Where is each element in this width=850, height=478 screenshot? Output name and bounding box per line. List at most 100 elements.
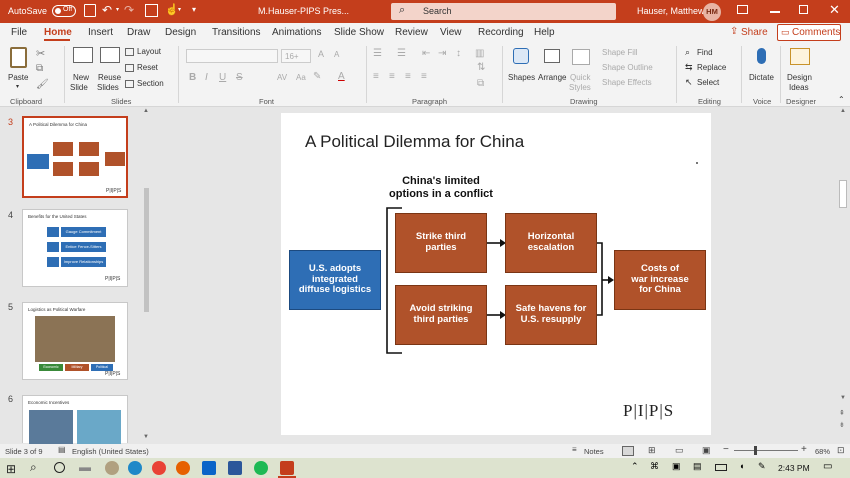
char-spacing-icon[interactable]: AV — [277, 73, 287, 82]
bold-icon[interactable]: B — [189, 72, 196, 83]
change-case-icon[interactable]: Aa — [296, 73, 306, 82]
costs-of-war-box[interactable]: Costs of war increase for China — [614, 250, 706, 310]
scroll-up-icon[interactable]: ▲ — [840, 108, 846, 114]
new-slide-button[interactable]: New Slide — [70, 46, 96, 94]
columns-icon[interactable]: ▥ — [475, 48, 484, 59]
share-button[interactable]: ⇪ Share — [728, 25, 770, 41]
paste-button[interactable]: Paste ▾ — [7, 46, 31, 92]
reading-view-icon[interactable]: ▭ — [675, 445, 684, 456]
find-button[interactable]: Find — [697, 48, 713, 57]
format-painter-icon[interactable]: 🖌 — [36, 79, 49, 90]
user-name[interactable]: Hauser, Matthew — [637, 6, 705, 16]
slide-thumbnail-3[interactable]: A Political Dilemma for China P|I|P|S — [22, 116, 128, 198]
align-right-icon[interactable]: ≡ — [405, 71, 411, 82]
quick-styles-button[interactable]: Quick Styles — [569, 46, 595, 94]
slide-counter[interactable]: Slide 3 of 9 — [5, 447, 43, 456]
tray-app-icon[interactable]: ▣ — [672, 461, 681, 472]
present-icon[interactable] — [145, 4, 158, 17]
scrollbar-thumb[interactable] — [839, 180, 847, 208]
italic-icon[interactable]: I — [205, 72, 208, 83]
zoom-out-icon[interactable]: − — [723, 444, 729, 455]
slide-thumbnail-4[interactable]: Benefits for the United States Gauge Com… — [22, 209, 128, 287]
strikethrough-icon[interactable]: S — [236, 72, 243, 83]
tab-animations[interactable]: Animations — [272, 27, 321, 38]
save-icon[interactable] — [84, 4, 96, 17]
spelling-icon[interactable]: ▤ — [58, 445, 66, 454]
volume-icon[interactable]: ◖ — [739, 461, 744, 471]
tab-home[interactable]: Home — [44, 27, 72, 38]
tray-app-icon[interactable]: ▤ — [693, 461, 702, 472]
zoom-slider-handle[interactable] — [754, 446, 757, 455]
tab-help[interactable]: Help — [534, 27, 555, 38]
notifications-icon[interactable]: ▭ — [823, 461, 832, 472]
layout-button[interactable]: Layout — [125, 47, 171, 59]
fit-to-window-icon[interactable]: ⊡ — [837, 445, 845, 456]
pen-icon[interactable]: ✎ — [758, 461, 766, 472]
align-left-icon[interactable]: ≡ — [373, 71, 379, 82]
section-button[interactable]: Section — [125, 79, 171, 91]
smartart-icon[interactable]: ⧉ — [477, 78, 484, 89]
tab-file[interactable]: File — [11, 27, 27, 38]
outlook-icon[interactable] — [202, 461, 216, 475]
search-icon[interactable]: ⌕ — [30, 460, 37, 475]
tab-recording[interactable]: Recording — [478, 27, 524, 38]
select-icon[interactable]: ↖ — [685, 77, 693, 88]
slide-sorter-icon[interactable]: ⊞ — [648, 445, 656, 456]
decrease-font-icon[interactable]: A — [334, 50, 339, 59]
font-family-select[interactable] — [186, 49, 278, 63]
scrollbar-thumb[interactable] — [144, 188, 149, 312]
copy-icon[interactable]: ⧉ — [36, 63, 43, 74]
tab-design[interactable]: Design — [165, 27, 196, 38]
font-color-icon[interactable]: A — [338, 71, 345, 82]
tray-app-icon[interactable]: ⌘ — [650, 461, 659, 472]
shape-fill-button[interactable]: Shape Fill — [602, 48, 638, 57]
avoid-striking-box[interactable]: Avoid striking third parties — [395, 285, 487, 345]
safe-havens-box[interactable]: Safe havens for U.S. resupply — [505, 285, 597, 345]
ribbon-display-icon[interactable] — [737, 5, 748, 14]
restore-icon[interactable] — [799, 5, 808, 14]
zoom-slider[interactable] — [734, 446, 798, 455]
shape-effects-button[interactable]: Shape Effects — [602, 78, 652, 87]
notes-button[interactable]: ≡ Notes — [572, 444, 606, 458]
slide-thumbnail-6[interactable]: Economic Incentives — [22, 395, 128, 444]
collapse-ribbon-icon[interactable]: ⌃ — [838, 95, 845, 104]
next-slide-icon[interactable]: ⇟ — [839, 421, 845, 429]
text-direction-icon[interactable]: ⇅ — [477, 62, 485, 73]
shape-outline-button[interactable]: Shape Outline — [602, 63, 653, 72]
underline-icon[interactable]: U — [219, 72, 226, 83]
scroll-down-icon[interactable]: ▼ — [840, 395, 846, 401]
reuse-slides-button[interactable]: Reuse Slides — [97, 46, 123, 94]
design-ideas-button[interactable]: Design Ideas — [785, 46, 815, 94]
find-icon[interactable]: ⌕ — [685, 47, 690, 58]
scroll-down-icon[interactable]: ▼ — [143, 434, 149, 440]
strike-third-parties-box[interactable]: Strike third parties — [395, 213, 487, 273]
tab-slide-show[interactable]: Slide Show — [334, 27, 384, 38]
horizontal-escalation-box[interactable]: Horizontal escalation — [505, 213, 597, 273]
increase-indent-icon[interactable]: ⇥ — [438, 48, 446, 59]
slideshow-view-icon[interactable]: ▣ — [702, 445, 711, 456]
justify-icon[interactable]: ≡ — [421, 71, 427, 82]
redo-icon[interactable]: ↷ — [124, 3, 134, 17]
select-button[interactable]: Select — [697, 78, 719, 87]
battery-icon[interactable] — [715, 464, 727, 471]
powerpoint-icon[interactable] — [280, 461, 294, 475]
avatar[interactable]: HM — [703, 3, 721, 21]
clock[interactable]: 2:43 PM — [778, 463, 810, 473]
tab-transitions[interactable]: Transitions — [212, 27, 261, 38]
shapes-button[interactable]: Shapes — [508, 46, 536, 94]
dictate-button[interactable]: Dictate — [747, 46, 777, 94]
windows-start-icon[interactable]: ⊞ — [6, 462, 16, 476]
font-size-select[interactable]: 16+ — [281, 49, 311, 63]
zoom-level[interactable]: 68% — [815, 447, 830, 456]
thumbnail-scrollbar[interactable]: ▲ ▼ — [142, 108, 151, 444]
numbering-icon[interactable]: ☰ — [397, 48, 406, 59]
decrease-indent-icon[interactable]: ⇤ — [422, 48, 430, 59]
zoom-in-icon[interactable]: + — [801, 444, 807, 455]
undo-dropdown-icon[interactable]: ▾ — [116, 6, 119, 13]
replace-icon[interactable]: ⇆ — [685, 62, 693, 73]
line-spacing-icon[interactable]: ↕ — [456, 48, 461, 59]
bullets-icon[interactable]: ☰ — [373, 48, 382, 59]
chrome-icon[interactable] — [152, 461, 166, 475]
undo-icon[interactable]: ↶ — [102, 3, 112, 17]
language-label[interactable]: English (United States) — [72, 447, 149, 456]
